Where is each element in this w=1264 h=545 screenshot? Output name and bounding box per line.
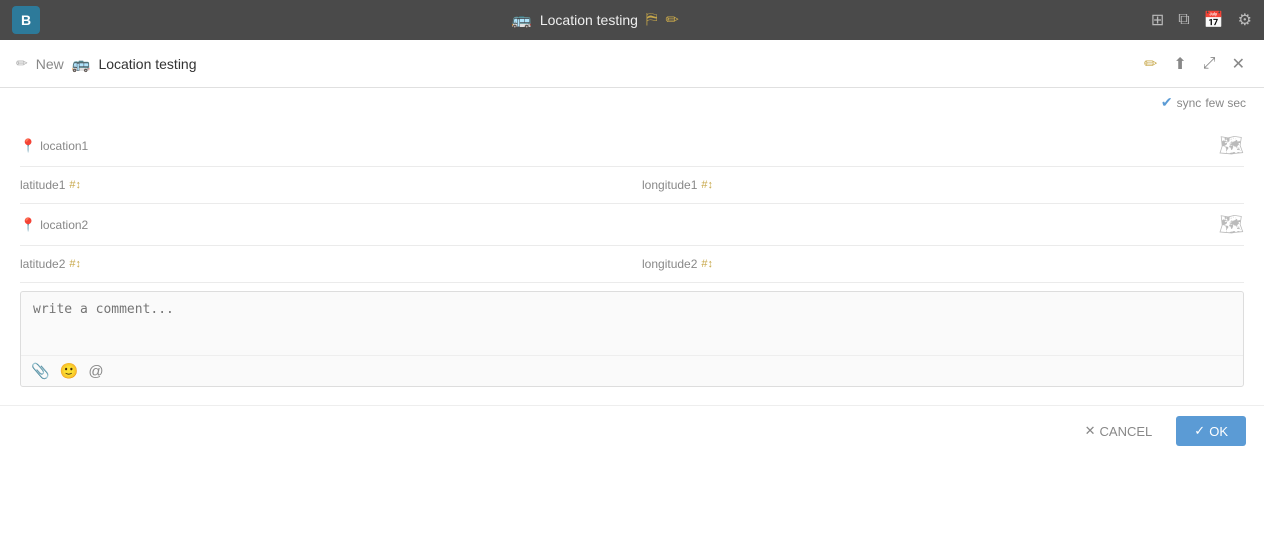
attach-button[interactable]: 📎 (31, 362, 50, 380)
emoji-button[interactable]: 🙂 (60, 362, 79, 380)
comment-toolbar: 📎 🙂 @ (21, 355, 1243, 386)
longitude1-input[interactable] (728, 175, 1244, 195)
longitude1-col: longitude1 #↕ (642, 175, 1244, 195)
comment-area: 📎 🙂 @ (20, 291, 1244, 387)
new-label: New (36, 56, 64, 72)
comment-input[interactable] (21, 292, 1243, 352)
latitude2-hash-icon: #↕ (69, 258, 81, 270)
longitude2-input[interactable] (728, 254, 1244, 274)
app-logo-icon: B (21, 12, 31, 28)
location2-label: 📍 location2 (20, 217, 100, 233)
location2-input[interactable] (108, 215, 1211, 235)
sync-bar: ✔ sync few sec (0, 88, 1264, 115)
filter-icon[interactable]: ⛿ (646, 11, 658, 29)
grid-icon[interactable]: ⊞ (1151, 10, 1164, 30)
location2-map-button[interactable]: 🗺 (1219, 212, 1244, 237)
sync-time: few sec (1205, 96, 1246, 110)
secondary-header-left: ✏ New 🚌 Location testing (16, 55, 197, 73)
app-logo: B (12, 6, 40, 34)
cancel-icon: ✕ (1085, 423, 1096, 439)
header-expand-button[interactable]: ⤢ (1200, 52, 1219, 76)
ok-button[interactable]: ✓ OK (1176, 416, 1246, 446)
location1-label: 📍 location1 (20, 138, 100, 154)
sync-label: sync (1177, 96, 1202, 110)
window-icon[interactable]: ⧉ (1178, 11, 1189, 29)
latitude1-input[interactable] (106, 175, 622, 195)
latitude1-label: latitude1 #↕ (20, 178, 100, 192)
title-icon: 🚌 (512, 10, 532, 30)
edit-icon[interactable]: ✏ (666, 10, 679, 30)
sync-check-icon: ✔ (1161, 94, 1173, 111)
ok-label: OK (1209, 424, 1228, 439)
location1-pin-icon: 📍 (20, 138, 36, 154)
lat-lon-1-row: latitude1 #↕ longitude1 #↕ (20, 167, 1244, 204)
longitude2-hash-icon: #↕ (701, 258, 713, 270)
latitude1-hash-icon: #↕ (69, 179, 81, 191)
location1-input[interactable] (108, 136, 1211, 156)
location2-pin-icon: 📍 (20, 217, 36, 233)
top-bar-left: B (12, 6, 40, 34)
longitude1-hash-icon: #↕ (701, 179, 713, 191)
form-area: 📍 location1 🗺 latitude1 #↕ longitude1 #↕ (0, 115, 1264, 405)
breadcrumb-label: Location testing (98, 56, 196, 72)
latitude2-input[interactable] (106, 254, 622, 274)
longitude2-col: longitude2 #↕ (642, 254, 1244, 274)
location1-row: 📍 location1 🗺 (20, 125, 1244, 167)
new-edit-icon: ✏ (16, 55, 28, 72)
header-close-button[interactable]: ✕ (1229, 51, 1248, 77)
secondary-header: ✏ New 🚌 Location testing ✏ ⬆ ⤢ ✕ (0, 40, 1264, 88)
latitude2-label: latitude2 #↕ (20, 257, 100, 271)
longitude2-label: longitude2 #↕ (642, 257, 722, 271)
top-bar-center: 🚌 Location testing ⛿ ✏ (512, 10, 679, 30)
breadcrumb-icon: 🚌 (72, 55, 91, 73)
mention-button[interactable]: @ (88, 362, 103, 380)
latitude2-col: latitude2 #↕ (20, 254, 622, 274)
settings-icon[interactable]: ⚙ (1238, 10, 1252, 30)
calendar-icon[interactable]: 📅 (1204, 10, 1224, 30)
location1-map-button[interactable]: 🗺 (1219, 133, 1244, 158)
header-share-button[interactable]: ⬆ (1170, 51, 1189, 77)
top-bar: B 🚌 Location testing ⛿ ✏ ⊞ ⧉ 📅 ⚙ (0, 0, 1264, 40)
header-edit-button[interactable]: ✏ (1141, 51, 1160, 77)
cancel-label: CANCEL (1100, 424, 1153, 439)
cancel-button[interactable]: ✕ CANCEL (1071, 416, 1167, 446)
top-bar-title: Location testing (540, 12, 638, 28)
top-bar-right: ⊞ ⧉ 📅 ⚙ (1151, 10, 1252, 30)
content-area: ✏ New 🚌 Location testing ✏ ⬆ ⤢ ✕ ✔ sync … (0, 40, 1264, 545)
ok-icon: ✓ (1194, 423, 1205, 439)
location2-row: 📍 location2 🗺 (20, 204, 1244, 246)
lat-lon-2-row: latitude2 #↕ longitude2 #↕ (20, 246, 1244, 283)
footer: ✕ CANCEL ✓ OK (0, 405, 1264, 456)
latitude1-col: latitude1 #↕ (20, 175, 622, 195)
secondary-header-right: ✏ ⬆ ⤢ ✕ (1141, 51, 1248, 77)
longitude1-label: longitude1 #↕ (642, 178, 722, 192)
